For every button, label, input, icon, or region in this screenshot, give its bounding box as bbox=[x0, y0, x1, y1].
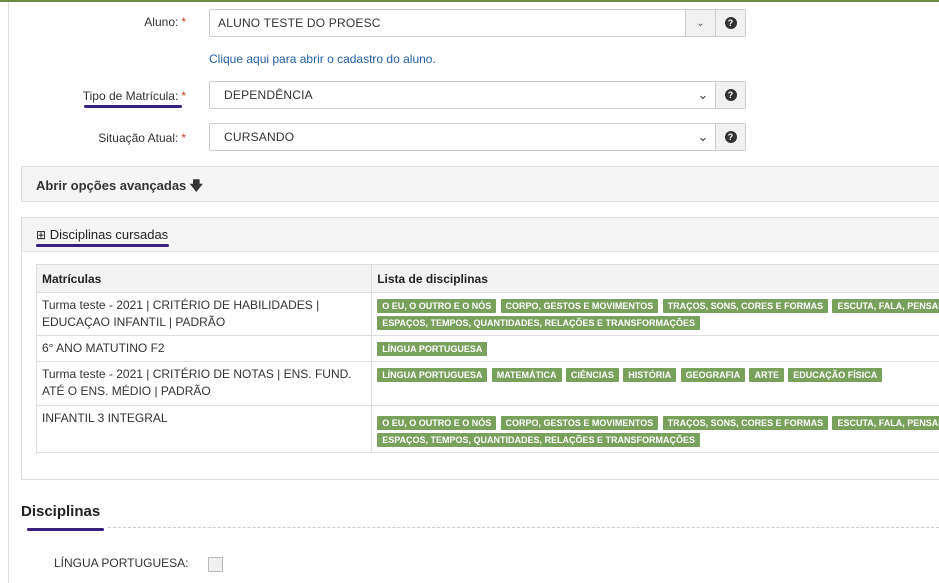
advanced-options-toggle[interactable]: Abrir opções avançadas bbox=[36, 178, 186, 193]
disciplinas-cell: O EU, O OUTRO E O NÓS CORPO, GESTOS E MO… bbox=[371, 292, 939, 336]
discipline-tag: MATEMÁTICA bbox=[491, 368, 562, 382]
discipline-tag: CIÊNCIAS bbox=[565, 368, 619, 382]
disciplinas-cell: LÍNGUA PORTUGUESA MATEMÁTICA CIÊNCIAS HI… bbox=[371, 361, 939, 406]
situacao-value[interactable]: CURSANDO bbox=[210, 130, 691, 144]
discipline-tag: ESPAÇOS, TEMPOS, QUANTIDADES, RELAÇÕES E… bbox=[377, 316, 701, 330]
tipo-matricula-label: Tipo de Matrícula: * bbox=[83, 89, 186, 103]
highlight-underline bbox=[84, 105, 182, 108]
left-border bbox=[8, 2, 9, 583]
discipline-tag: TRAÇOS, SONS, CORES E FORMAS bbox=[662, 299, 829, 313]
discipline-tag: CORPO, GESTOS E MOVIMENTOS bbox=[500, 416, 659, 430]
discipline-tag: TRAÇOS, SONS, CORES E FORMAS bbox=[662, 416, 829, 430]
column-header-matriculas: Matrículas bbox=[35, 264, 373, 293]
required-marker: * bbox=[181, 131, 186, 145]
discipline-tag: O EU, O OUTRO E O NÓS bbox=[377, 299, 497, 313]
situacao-label: Situação Atual: * bbox=[98, 131, 186, 145]
discipline-tag: LÍNGUA PORTUGUESA bbox=[377, 342, 488, 356]
highlight-underline bbox=[36, 244, 169, 247]
help-button[interactable]: ? bbox=[715, 124, 745, 150]
disciplinas-table-wrapper: Matrículas Lista de disciplinas Turma te… bbox=[35, 264, 939, 453]
help-button[interactable]: ? bbox=[715, 10, 745, 36]
chevron-down-icon[interactable]: ⌄ bbox=[691, 87, 715, 103]
lingua-portuguesa-checkbox[interactable] bbox=[208, 557, 223, 572]
disciplinas-cell: LÍNGUA PORTUGUESA bbox=[371, 335, 939, 362]
discipline-tag: ESCUTA, FALA, PENSAMENTO E IMAGINAÇÃO bbox=[832, 299, 939, 313]
top-border bbox=[0, 0, 939, 2]
question-icon: ? bbox=[724, 89, 737, 101]
table-header-row: Matrículas Lista de disciplinas bbox=[35, 264, 939, 293]
aluno-combobox[interactable]: ALUNO TESTE DO PROESC ⌄ ? bbox=[209, 9, 746, 37]
column-header-disciplinas: Lista de disciplinas bbox=[371, 264, 939, 293]
chevron-down-icon[interactable]: ⌄ bbox=[691, 129, 715, 145]
expand-icon[interactable]: ⊞ bbox=[36, 228, 46, 242]
discipline-tag: ESCUTA, FALA, PENSAMENTO E IMAGINAÇÃO bbox=[832, 416, 939, 430]
matricula-cell: Turma teste - 2021 | CRITÉRIO DE HABILID… bbox=[35, 292, 373, 336]
discipline-tag: LÍNGUA PORTUGUESA bbox=[377, 368, 488, 382]
highlight-underline bbox=[27, 528, 104, 531]
situacao-label-text: Situação Atual: bbox=[98, 131, 179, 145]
advanced-options-panel[interactable]: Abrir opções avançadas 🡇 bbox=[21, 166, 939, 202]
tipo-matricula-select[interactable]: DEPENDÊNCIA ⌄ ? bbox=[209, 81, 746, 109]
arrow-down-icon: 🡇 bbox=[189, 178, 204, 193]
required-marker: * bbox=[181, 89, 186, 103]
discipline-tag: ESPAÇOS, TEMPOS, QUANTIDADES, RELAÇÕES E… bbox=[377, 433, 701, 447]
disciplinas-cell: O EU, O OUTRO E O NÓS CORPO, GESTOS E MO… bbox=[371, 405, 939, 453]
required-marker: * bbox=[181, 15, 186, 29]
disciplinas-cursadas-title[interactable]: Disciplinas cursadas bbox=[50, 227, 169, 242]
discipline-tag: EDUCAÇÃO FÍSICA bbox=[788, 368, 883, 382]
aluno-value[interactable]: ALUNO TESTE DO PROESC bbox=[210, 16, 685, 30]
tipo-matricula-label-text: Tipo de Matrícula: bbox=[82, 89, 179, 103]
discipline-tag: CORPO, GESTOS E MOVIMENTOS bbox=[500, 299, 659, 313]
aluno-label-text: Aluno: bbox=[144, 15, 179, 29]
question-icon: ? bbox=[724, 131, 737, 143]
aluno-label: Aluno: * bbox=[144, 15, 186, 29]
table-row: Turma teste - 2021 | CRITÉRIO DE HABILID… bbox=[35, 292, 939, 336]
section-divider bbox=[108, 527, 939, 528]
disciplinas-table: Matrículas Lista de disciplinas Turma te… bbox=[35, 264, 939, 453]
question-icon: ? bbox=[724, 17, 737, 29]
disciplinas-section-title: Disciplinas bbox=[21, 503, 101, 520]
matricula-cell: 6° ANO MATUTINO F2 bbox=[35, 335, 373, 362]
tipo-matricula-value[interactable]: DEPENDÊNCIA bbox=[210, 88, 691, 102]
matricula-cell: Turma teste - 2021 | CRITÉRIO DE NOTAS |… bbox=[35, 361, 373, 406]
discipline-tag: ARTE bbox=[749, 368, 784, 382]
table-row: Turma teste - 2021 | CRITÉRIO DE NOTAS |… bbox=[35, 361, 939, 406]
discipline-tag: O EU, O OUTRO E O NÓS bbox=[377, 416, 497, 430]
table-row: INFANTIL 3 INTEGRAL O EU, O OUTRO E O NÓ… bbox=[35, 405, 939, 453]
help-button[interactable]: ? bbox=[715, 82, 745, 108]
discipline-tag: GEOGRAFIA bbox=[680, 368, 746, 382]
matricula-cell: INFANTIL 3 INTEGRAL bbox=[35, 405, 373, 453]
chevron-down-icon[interactable]: ⌄ bbox=[685, 10, 715, 36]
discipline-tag: HISTÓRIA bbox=[623, 368, 677, 382]
discipline-checkbox-label: LÍNGUA PORTUGUESA: bbox=[54, 556, 189, 570]
open-student-record-link[interactable]: Clique aqui para abrir o cadastro do alu… bbox=[209, 52, 436, 66]
situacao-select[interactable]: CURSANDO ⌄ ? bbox=[209, 123, 746, 151]
table-row: 6° ANO MATUTINO F2 LÍNGUA PORTUGUESA bbox=[35, 335, 939, 362]
